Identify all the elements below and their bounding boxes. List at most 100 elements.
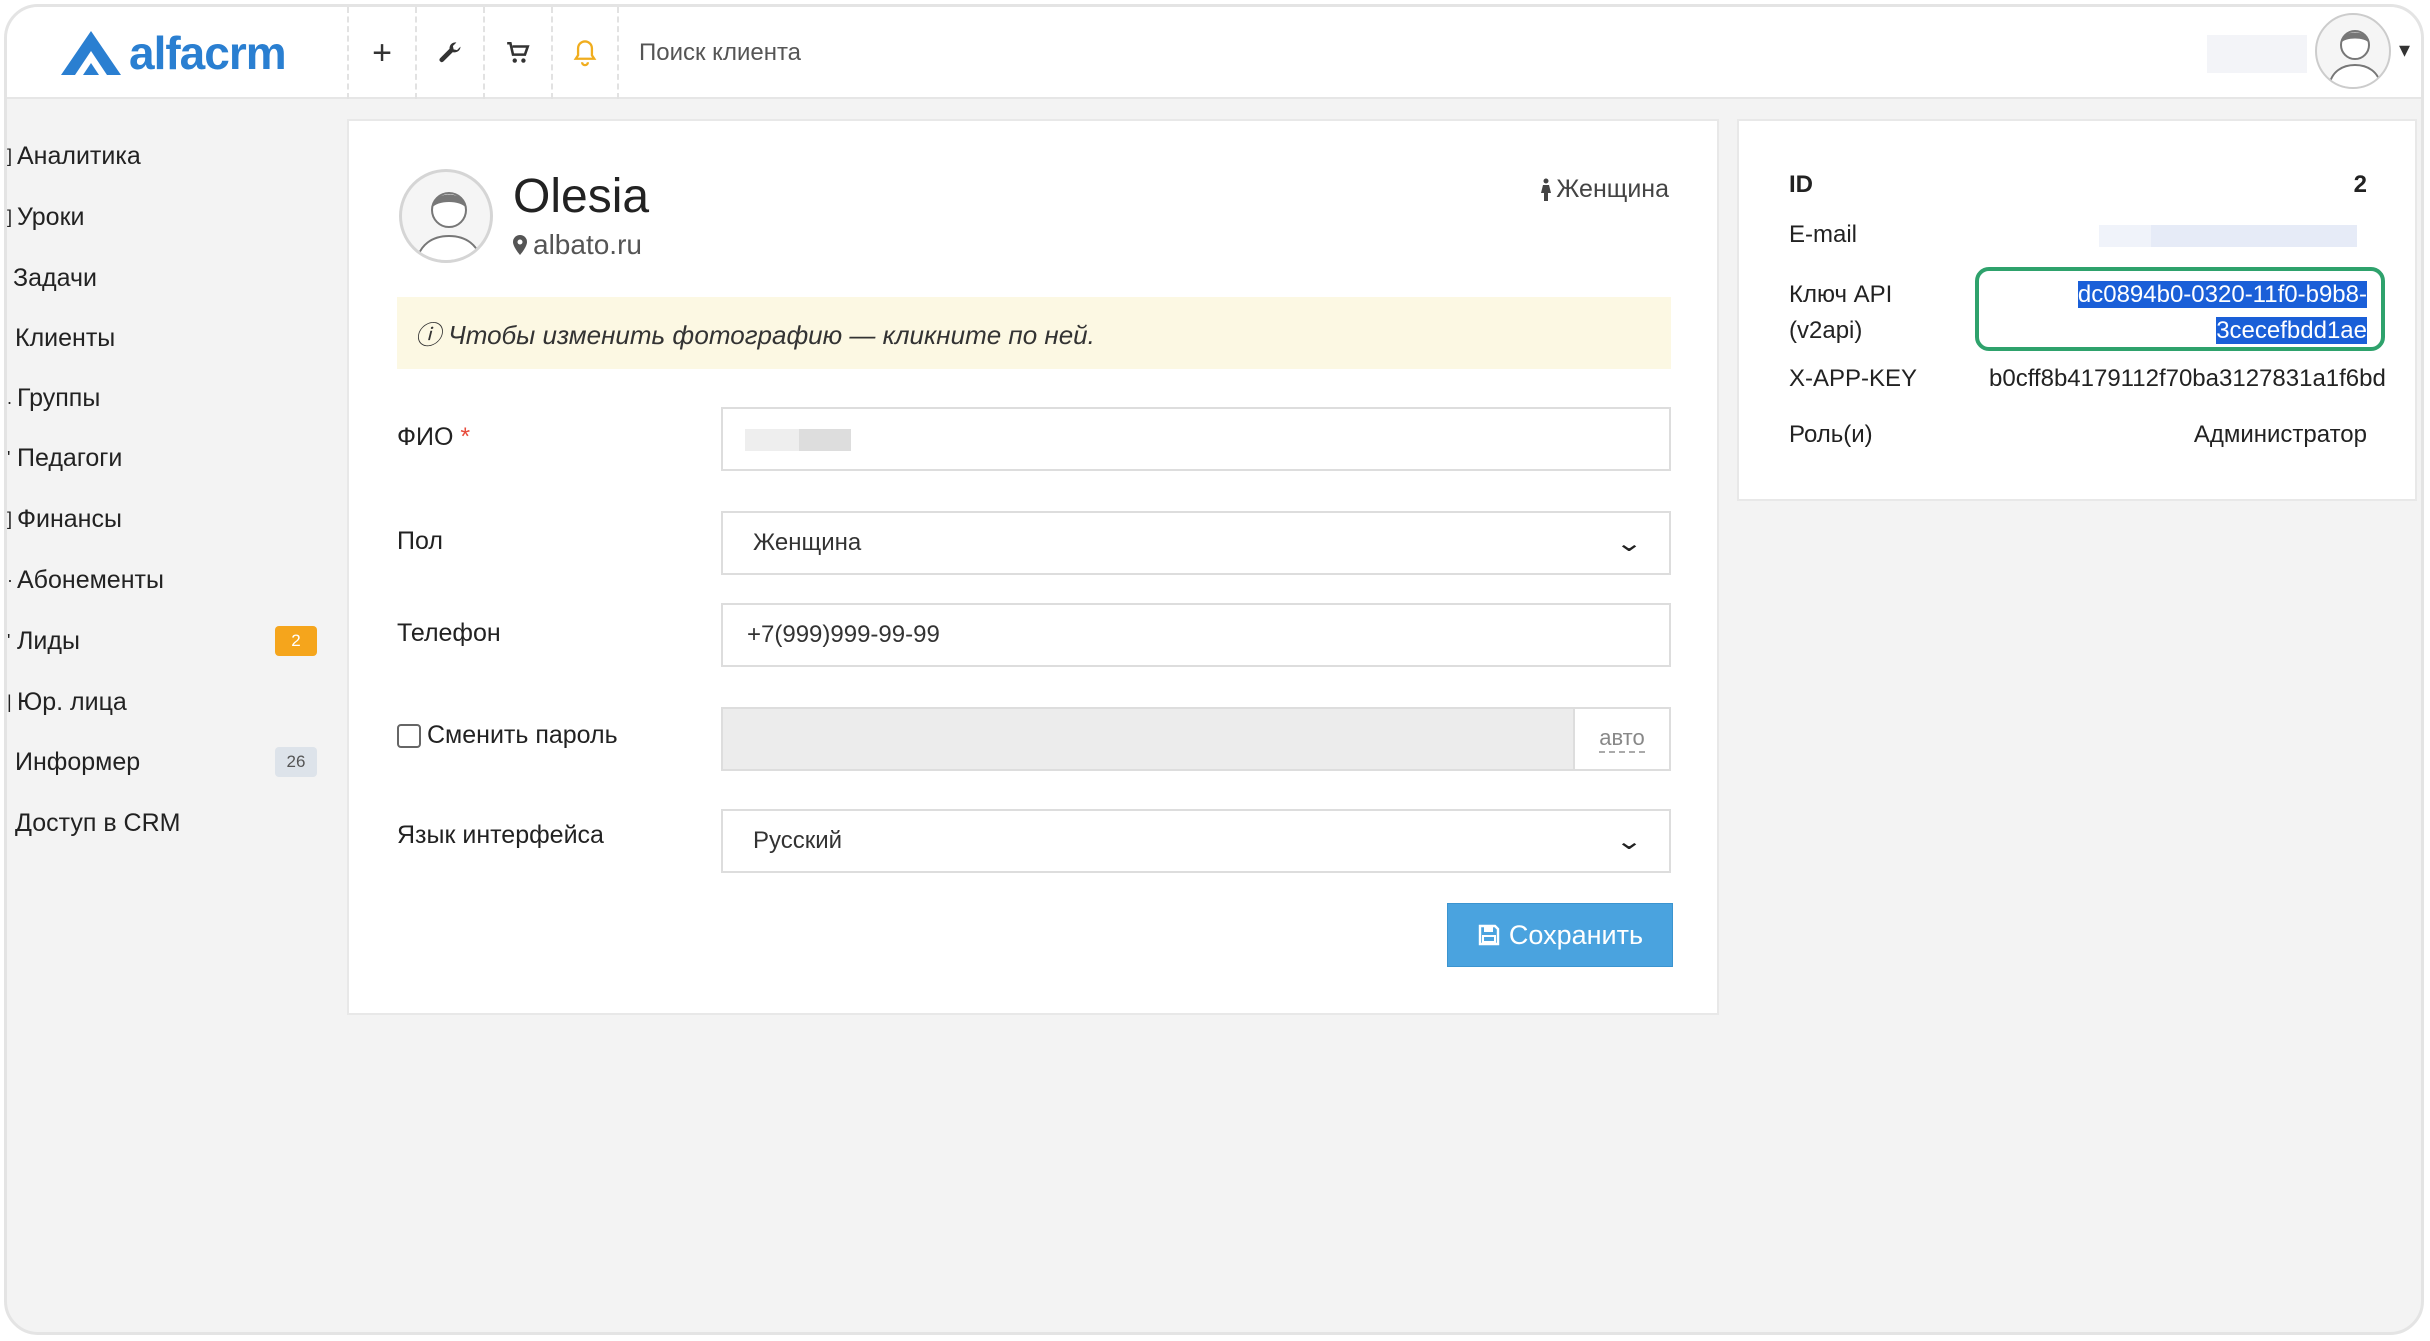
redacted-email-part bbox=[2099, 225, 2155, 247]
chevron-down-icon: ⌄ bbox=[1614, 529, 1644, 557]
sidebar-item-clients[interactable]: Клиенты bbox=[15, 313, 335, 363]
client-search-input[interactable] bbox=[639, 33, 1139, 73]
required-mark: * bbox=[460, 423, 471, 451]
female-icon bbox=[1541, 178, 1552, 201]
roles-label: Роль(и) bbox=[1789, 421, 1873, 448]
sidebar-item-label: Финансы bbox=[17, 504, 122, 533]
legal-entities-icon: | bbox=[7, 691, 12, 712]
sidebar-item-finance[interactable]: ] Финансы bbox=[7, 494, 327, 544]
change-password-toggle[interactable]: Сменить пароль bbox=[397, 721, 618, 750]
leads-icon: ' bbox=[7, 630, 11, 651]
language-select[interactable]: Русский ⌄ bbox=[721, 809, 1671, 873]
teachers-icon: ' bbox=[7, 447, 11, 468]
id-value: 2 bbox=[2353, 171, 2367, 198]
sidebar-item-label: Лиды bbox=[17, 626, 80, 655]
user-avatar[interactable] bbox=[2315, 13, 2391, 89]
email-label: E-mail bbox=[1789, 221, 1858, 248]
sidebar-item-label: Группы bbox=[17, 383, 101, 412]
api-key-value[interactable]: dc0894b0-0320-11f0-b9b8- 3cecefbdd1ae bbox=[2027, 277, 2367, 349]
sidebar-item-tasks[interactable]: Задачи bbox=[13, 253, 333, 303]
id-label: ID bbox=[1789, 171, 1813, 198]
avatar-icon bbox=[2328, 30, 2382, 87]
profile-gender: Женщина bbox=[1540, 175, 1669, 204]
map-marker-icon bbox=[513, 235, 527, 255]
sidebar-item-teachers[interactable]: ' Педагоги bbox=[7, 433, 327, 483]
gender-select[interactable]: Женщина ⌄ bbox=[721, 511, 1671, 575]
change-password-label: Сменить пароль bbox=[427, 721, 618, 749]
auto-password-button[interactable]: авто bbox=[1573, 707, 1671, 771]
avatar-icon bbox=[415, 192, 483, 260]
chevron-down-icon: ⌄ bbox=[1614, 827, 1644, 855]
save-button[interactable]: Сохранить bbox=[1447, 903, 1673, 967]
redacted-fio-part bbox=[745, 429, 801, 451]
roles-value: Администратор bbox=[2193, 421, 2367, 448]
sidebar-item-crm-access[interactable]: Доступ в CRM bbox=[15, 798, 335, 848]
language-label: Язык интерфейса bbox=[397, 821, 604, 849]
groups-icon: . bbox=[7, 387, 13, 408]
sidebar-item-subscriptions[interactable]: · Абонементы bbox=[7, 555, 327, 605]
sidebar-item-label: Доступ в CRM bbox=[15, 808, 181, 837]
api-key-label-line: Ключ API bbox=[1789, 281, 1893, 308]
password-field bbox=[721, 707, 1573, 771]
subscriptions-icon: · bbox=[7, 569, 13, 590]
profile-site: albato.ru bbox=[513, 229, 642, 261]
sidebar-item-leads[interactable]: ' Лиды 2 bbox=[7, 616, 327, 666]
fio-label: ФИО * bbox=[397, 423, 470, 452]
redacted-email-part bbox=[2151, 225, 2357, 247]
api-key-label-line: (v2api) bbox=[1789, 317, 1863, 344]
sidebar-item-label: Юр. лица bbox=[17, 687, 127, 716]
plus-icon: + bbox=[372, 33, 392, 72]
profile-site-text: albato.ru bbox=[533, 229, 642, 260]
api-key-line: dc0894b0-0320-11f0-b9b8- bbox=[2077, 281, 2367, 308]
sidebar-item-informer[interactable]: Информер 26 bbox=[15, 737, 335, 787]
sidebar-item-label: Задачи bbox=[13, 263, 97, 292]
user-menu-caret-icon[interactable]: ▾ bbox=[2399, 37, 2410, 63]
informer-count-badge: 26 bbox=[275, 747, 317, 777]
logo-text: alfacrm bbox=[129, 27, 287, 79]
gender-label: Пол bbox=[397, 527, 443, 555]
bell-icon bbox=[573, 40, 597, 67]
account-info-card: ID 2 E-mail Ключ API (v2api) dc0894b0-03… bbox=[1737, 119, 2417, 501]
sidebar-item-groups[interactable]: . Группы bbox=[7, 373, 327, 423]
settings-button[interactable] bbox=[415, 7, 483, 99]
top-bar: alfacrm + Поиск клиента ▾ bbox=[7, 7, 2421, 99]
sidebar-item-label: Клиенты bbox=[15, 323, 116, 352]
profile-photo[interactable] bbox=[399, 169, 493, 263]
sidebar-item-label: Абонементы bbox=[17, 565, 164, 594]
gender-select-value: Женщина bbox=[753, 529, 862, 556]
phone-field[interactable]: +7(999)999-99-99 bbox=[721, 603, 1671, 667]
logo[interactable]: alfacrm bbox=[59, 27, 287, 79]
cart-icon bbox=[507, 41, 530, 63]
redacted-username bbox=[2207, 35, 2307, 73]
phone-label: Телефон bbox=[397, 619, 501, 647]
api-key-label: Ключ API (v2api) bbox=[1789, 277, 1892, 349]
xapp-key-label: X-APP-KEY bbox=[1789, 365, 1918, 392]
leads-count-badge: 2 bbox=[275, 626, 317, 656]
fio-field[interactable] bbox=[721, 407, 1671, 471]
sidebar-item-lessons[interactable]: ] Уроки bbox=[7, 192, 327, 242]
finance-icon: ] bbox=[7, 508, 13, 529]
wrench-icon bbox=[439, 42, 461, 63]
logo-mark-icon bbox=[61, 31, 121, 75]
sidebar-item-label: Аналитика bbox=[17, 141, 141, 170]
notice-text: ⓘ Чтобы изменить фотографию — кликните п… bbox=[415, 319, 1095, 350]
sidebar-item-label: Информер bbox=[15, 747, 141, 776]
phone-value: +7(999)999-99-99 bbox=[747, 621, 940, 648]
sidebar-item-label: Педагоги bbox=[17, 443, 123, 472]
sidebar-item-analytics[interactable]: ] Аналитика bbox=[7, 131, 327, 181]
change-password-checkbox[interactable] bbox=[397, 723, 421, 748]
xapp-key-value: b0cff8b4179112f70ba3127831a1f6bd bbox=[1989, 365, 2386, 392]
language-select-value: Русский bbox=[753, 827, 843, 854]
lessons-icon: ] bbox=[7, 206, 13, 227]
profile-gender-text: Женщина bbox=[1556, 175, 1669, 203]
api-key-line: 3cecefbdd1ae bbox=[2216, 317, 2367, 344]
profile-card: Olesia albato.ru Женщина ⓘ Чтобы изменит… bbox=[347, 119, 1719, 1015]
notifications-button[interactable] bbox=[551, 7, 619, 99]
save-button-label: Сохранить bbox=[1508, 919, 1644, 950]
sidebar-item-legal-entities[interactable]: | Юр. лица bbox=[7, 677, 327, 727]
cart-button[interactable] bbox=[483, 7, 551, 99]
analytics-icon: ] bbox=[7, 145, 13, 166]
add-button[interactable]: + bbox=[347, 7, 415, 99]
photo-change-notice: ⓘ Чтобы изменить фотографию — кликните п… bbox=[397, 297, 1671, 369]
app-window: alfacrm + Поиск клиента ▾] Аналитика] … bbox=[4, 4, 2424, 1335]
